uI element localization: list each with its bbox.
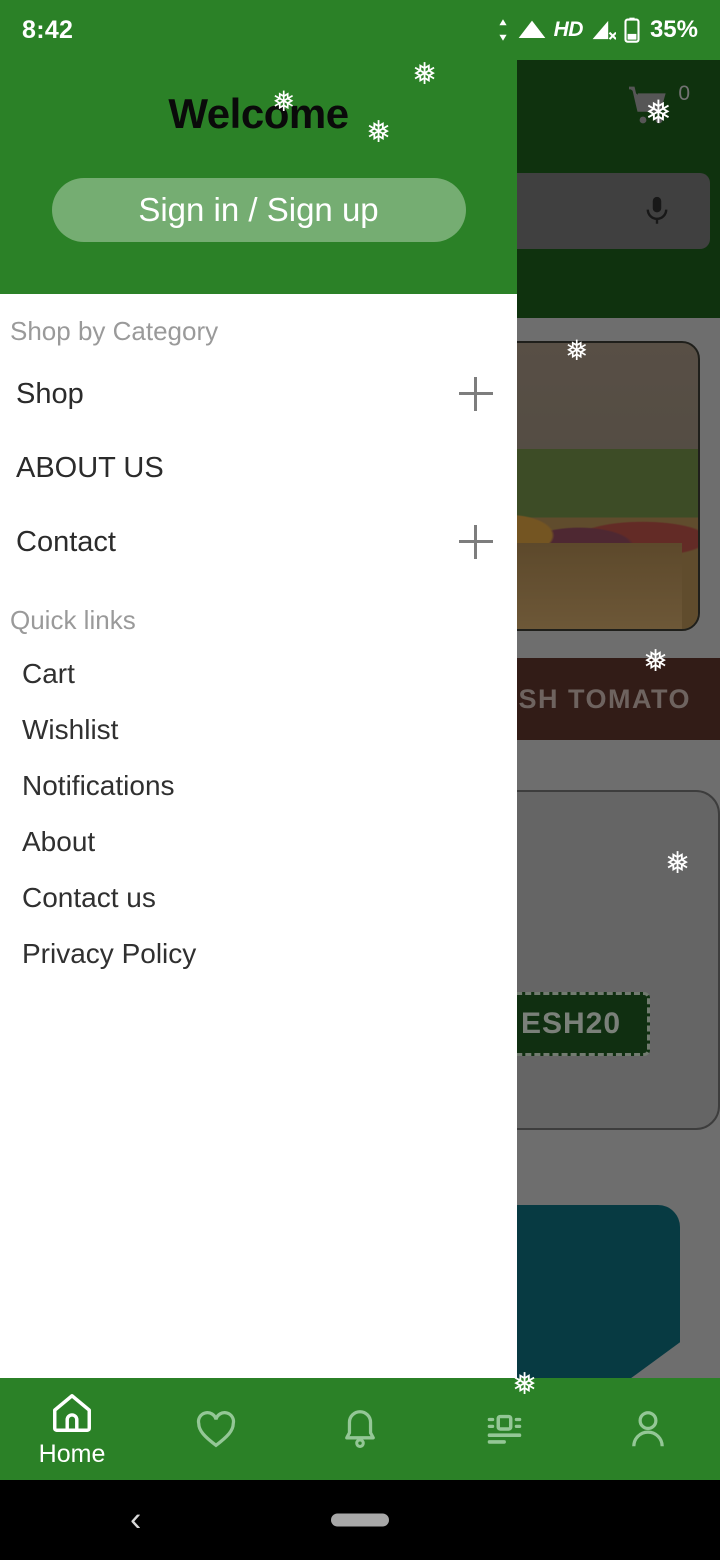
hd-icon: HD (553, 18, 584, 41)
home-icon (53, 1393, 91, 1432)
shop-by-category-label: Shop by Category (10, 316, 219, 346)
system-home-pill[interactable] (331, 1513, 389, 1527)
system-back-icon[interactable]: ‹ (130, 1501, 141, 1540)
navigation-drawer: Welcome Sign in / Sign up Shop by Catego… (0, 60, 517, 1378)
drawer-item-about-us[interactable]: ABOUT US (0, 431, 517, 505)
battery-icon (624, 17, 640, 43)
heart-icon (196, 1411, 236, 1448)
quick-link-about-label: About (22, 826, 96, 857)
article-icon (487, 1414, 522, 1444)
quick-link-cart[interactable]: Cart (0, 646, 517, 702)
plus-icon[interactable] (459, 377, 493, 411)
quick-link-notifications-label: Notifications (22, 770, 175, 801)
quick-link-cart-label: Cart (22, 658, 75, 689)
nav-item-wishlist[interactable] (144, 1378, 288, 1480)
quick-link-about[interactable]: About (0, 814, 517, 870)
drawer-item-contact[interactable]: Contact (0, 505, 517, 579)
sign-in-sign-up-button[interactable]: Sign in / Sign up (51, 178, 466, 242)
nav-item-home[interactable]: Home (0, 1378, 144, 1480)
nav-item-notifications[interactable] (288, 1378, 432, 1480)
drawer-item-contact-label: Contact (16, 525, 116, 558)
phone-screen: 0 Y TO LIVE FRESH TOMATO first order 9 (0, 0, 720, 1560)
quick-link-privacy-policy[interactable]: Privacy Policy (0, 926, 517, 982)
nav-item-home-label: Home (38, 1439, 106, 1468)
welcome-title: Welcome (168, 90, 349, 137)
quick-link-wishlist[interactable]: Wishlist (0, 702, 517, 758)
drawer-item-about-us-label: ABOUT US (16, 451, 164, 484)
data-transfer-icon (499, 19, 507, 41)
drawer-item-shop-label: Shop (16, 377, 84, 410)
quick-link-notifications[interactable]: Notifications (0, 758, 517, 814)
battery-percent: 35% (649, 16, 698, 43)
nav-item-profile[interactable] (576, 1378, 720, 1480)
person-icon (632, 1411, 664, 1447)
status-bar: 8:42 HD 35% (0, 0, 720, 60)
drawer-body: Shop by Category Shop ABOUT US Contact Q… (0, 294, 517, 1378)
status-bar-clock: 8:42 (22, 15, 74, 44)
system-navigation-bar: ‹ (0, 1480, 720, 1560)
plus-icon[interactable] (459, 525, 493, 559)
bell-icon (345, 1410, 375, 1448)
status-bar-icons: HD 35% (496, 16, 698, 44)
quick-link-privacy-policy-label: Privacy Policy (22, 938, 197, 969)
quick-link-wishlist-label: Wishlist (22, 714, 119, 745)
signal-icon (592, 20, 616, 40)
wifi-icon (518, 20, 545, 38)
quick-link-contact-us[interactable]: Contact us (0, 870, 517, 926)
bottom-navigation-bar: Home (0, 1378, 720, 1480)
drawer-header: Welcome Sign in / Sign up (0, 60, 517, 294)
nav-item-orders[interactable] (432, 1378, 576, 1480)
quick-link-contact-us-label: Contact us (22, 882, 156, 913)
drawer-item-shop[interactable]: Shop (0, 357, 517, 431)
quick-links-label: Quick links (10, 605, 136, 635)
